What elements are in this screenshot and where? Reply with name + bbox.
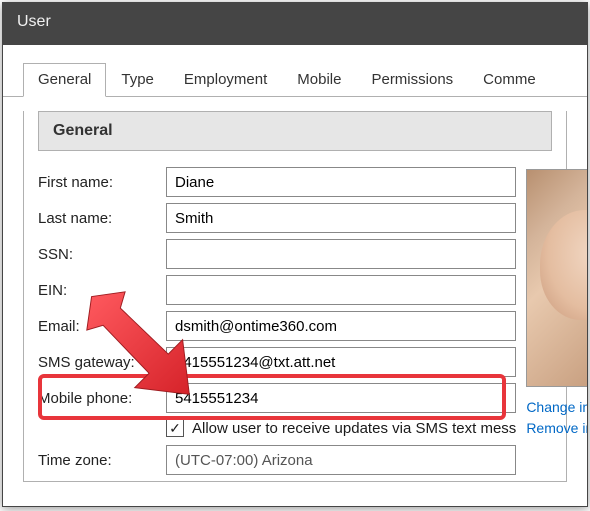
photo-links: Change im Remove im xyxy=(526,397,588,439)
photo-column: Change im Remove im xyxy=(516,167,588,481)
sms-gateway-input[interactable] xyxy=(166,347,516,377)
tab-type[interactable]: Type xyxy=(106,63,169,96)
ssn-input[interactable] xyxy=(166,239,516,269)
remove-image-link[interactable]: Remove im xyxy=(526,418,588,439)
last-name-input[interactable] xyxy=(166,203,516,233)
mobile-phone-input[interactable] xyxy=(166,383,516,413)
change-image-link[interactable]: Change im xyxy=(526,397,588,418)
allow-sms-label: Allow user to receive updates via SMS te… xyxy=(192,420,516,437)
ssn-label: SSN: xyxy=(38,246,166,263)
ein-label: EIN: xyxy=(38,282,166,299)
window-titlebar: User xyxy=(3,3,587,45)
timezone-select[interactable]: (UTC-07:00) Arizona xyxy=(166,445,516,475)
timezone-label: Time zone: xyxy=(38,452,166,469)
allow-sms-row: ✓ Allow user to receive updates via SMS … xyxy=(166,419,516,437)
user-dialog: User General Type Employment Mobile Perm… xyxy=(2,2,588,507)
last-name-label: Last name: xyxy=(38,210,166,227)
sms-gateway-label: SMS gateway: xyxy=(38,354,166,371)
allow-sms-checkbox[interactable]: ✓ xyxy=(166,419,184,437)
first-name-input[interactable] xyxy=(166,167,516,197)
ein-input[interactable] xyxy=(166,275,516,305)
window-title: User xyxy=(17,13,51,30)
tab-general[interactable]: General xyxy=(23,63,106,97)
tab-comments[interactable]: Comme xyxy=(468,63,551,96)
tab-permissions[interactable]: Permissions xyxy=(356,63,468,96)
form-area: First name: Last name: SSN: EIN: Email: xyxy=(24,167,566,481)
user-photo xyxy=(526,169,588,387)
tab-employment[interactable]: Employment xyxy=(169,63,282,96)
email-input[interactable] xyxy=(166,311,516,341)
mobile-phone-label: Mobile phone: xyxy=(38,390,166,407)
general-panel: General First name: Last name: SSN: EIN: xyxy=(23,111,567,482)
email-label: Email: xyxy=(38,318,166,335)
section-header-general: General xyxy=(38,111,552,151)
form-fields: First name: Last name: SSN: EIN: Email: xyxy=(38,167,516,481)
tabstrip: General Type Employment Mobile Permissio… xyxy=(3,45,587,97)
tab-mobile[interactable]: Mobile xyxy=(282,63,356,96)
first-name-label: First name: xyxy=(38,174,166,191)
